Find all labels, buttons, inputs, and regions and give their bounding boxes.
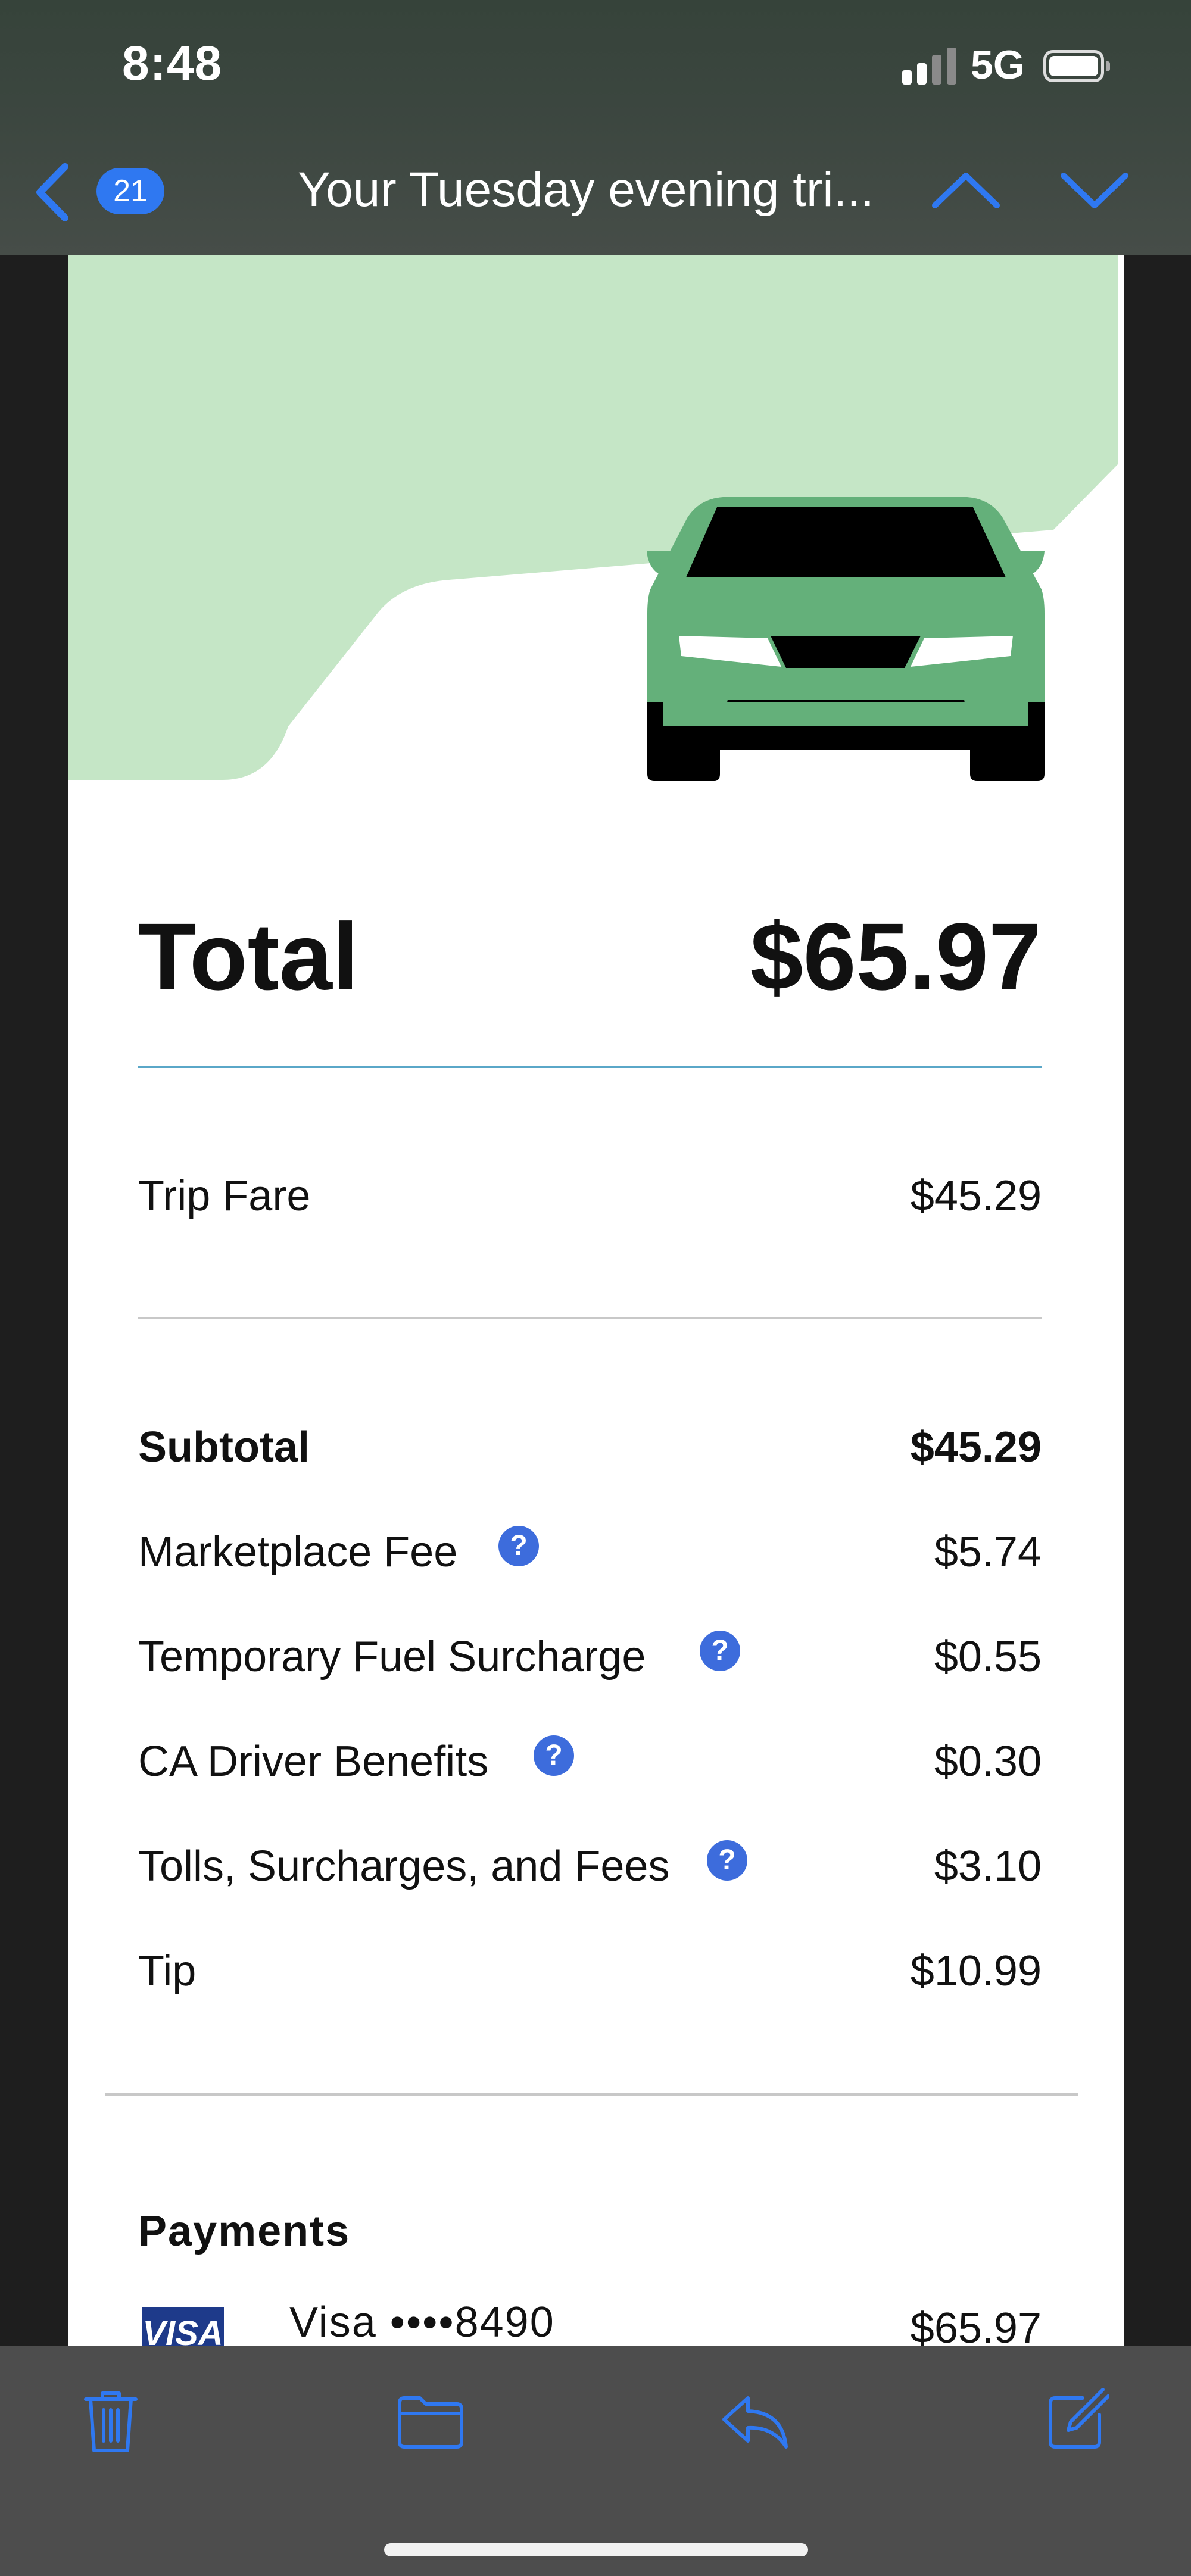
divider: [105, 2093, 1078, 2096]
previous-message-button[interactable]: [930, 170, 1002, 211]
trip-fare-amount: $45.29: [910, 1172, 1042, 1220]
marketplace-fee-label: Marketplace Fee: [138, 1528, 458, 1576]
trip-fare-label: Trip Fare: [138, 1172, 311, 1220]
tolls-fees-label: Tolls, Surcharges, and Fees: [138, 1843, 670, 1890]
driver-benefits-label: CA Driver Benefits: [138, 1738, 489, 1785]
next-message-button[interactable]: [1059, 170, 1130, 211]
home-indicator[interactable]: [384, 2543, 808, 2556]
email-subject-title: Your Tuesday evening tri...: [298, 163, 874, 217]
total-amount: $65.97: [750, 903, 1042, 1010]
subtotal-label: Subtotal: [138, 1423, 310, 1471]
driver-benefits-amount: $0.30: [934, 1738, 1042, 1785]
unread-count-badge[interactable]: 21: [96, 168, 164, 214]
visa-card-logo: VISA: [142, 2307, 224, 2346]
back-button[interactable]: [33, 160, 74, 225]
battery-icon: [1043, 50, 1110, 82]
payment-method: Visa ••••8490: [289, 2299, 555, 2346]
top-bar: 8:48 5G 21 Your Tuesday evening tri...: [0, 0, 1191, 255]
help-icon[interactable]: ?: [498, 1526, 539, 1566]
tip-amount: $10.99: [910, 1947, 1042, 1995]
move-to-folder-button[interactable]: [396, 2394, 465, 2453]
divider: [138, 1317, 1042, 1319]
help-icon[interactable]: ?: [707, 1840, 747, 1881]
reply-icon: [722, 2396, 788, 2449]
back-chevron-icon: [36, 163, 68, 221]
hero-illustration: [68, 250, 1124, 786]
compose-icon: [1049, 2388, 1111, 2449]
marketplace-fee-amount: $5.74: [934, 1528, 1042, 1576]
chevron-down-icon: [1061, 173, 1128, 208]
compose-button[interactable]: [1047, 2386, 1111, 2453]
tip-label: Tip: [138, 1947, 197, 1995]
trash-button[interactable]: [82, 2388, 139, 2458]
car-illustration: [68, 250, 1118, 781]
help-icon[interactable]: ?: [534, 1735, 574, 1776]
help-icon[interactable]: ?: [700, 1631, 740, 1671]
fuel-surcharge-label: Temporary Fuel Surcharge: [138, 1633, 646, 1681]
subtotal-amount: $45.29: [910, 1423, 1042, 1471]
folder-icon: [398, 2396, 463, 2449]
email-body[interactable]: Total $65.97 Trip Fare $45.29 Subtotal $…: [68, 250, 1124, 2346]
reply-button[interactable]: [721, 2393, 790, 2453]
network-type: 5G: [971, 42, 1025, 88]
signal-strength-icon: [902, 48, 957, 85]
total-label: Total: [138, 903, 359, 1010]
bottom-toolbar: [0, 2346, 1191, 2576]
payments-heading: Payments: [138, 2207, 351, 2255]
divider: [138, 1066, 1042, 1068]
tolls-fees-amount: $3.10: [934, 1843, 1042, 1890]
chevron-up-icon: [932, 173, 1000, 208]
status-time: 8:48: [122, 36, 223, 90]
fuel-surcharge-amount: $0.55: [934, 1633, 1042, 1681]
payment-amount: $65.97: [910, 2305, 1042, 2346]
trash-icon: [84, 2391, 138, 2452]
